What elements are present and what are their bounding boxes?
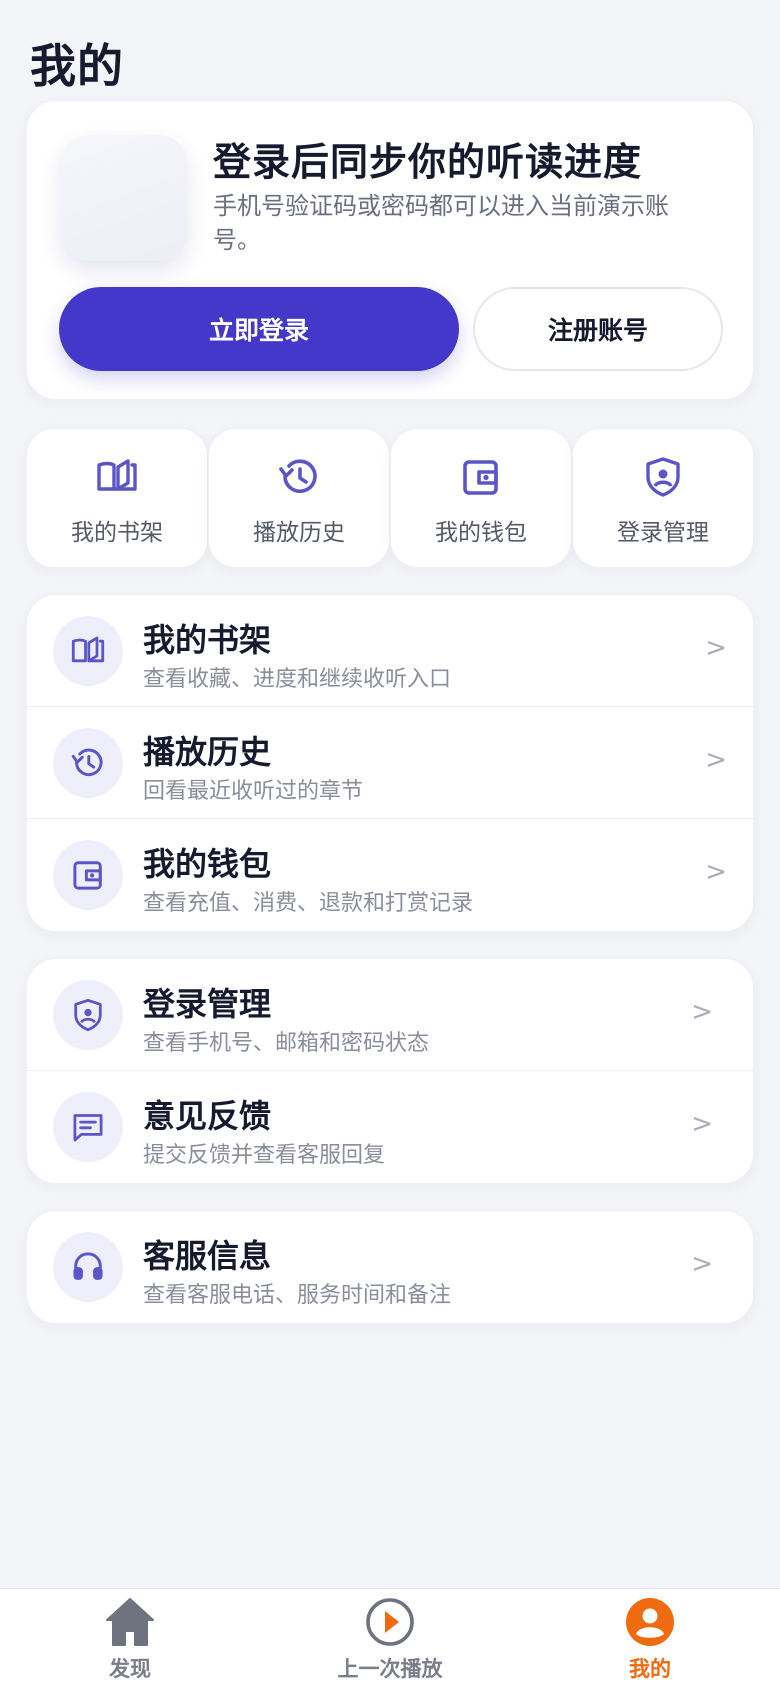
bottom-nav: 发现 上一次播放 我的 bbox=[0, 1588, 780, 1688]
quick-label: 播放历史 bbox=[253, 520, 345, 546]
shield-user-icon bbox=[74, 998, 102, 1032]
row-subtitle: 提交反馈并查看客服回复 bbox=[143, 1143, 386, 1168]
list-card-account: 登录管理 查看手机号、邮箱和密码状态 > 意见反馈 提交反馈并查看客服回复 > bbox=[26, 958, 754, 1184]
history-icon bbox=[71, 748, 103, 777]
shield-user-icon bbox=[646, 457, 680, 497]
row-icon-wrap bbox=[53, 616, 123, 686]
row-title: 播放历史 bbox=[143, 733, 272, 771]
user-circle-icon bbox=[626, 1598, 674, 1646]
list-card-main: 我的书架 查看收藏、进度和继续收听入口 > 播放历史 回看最近收听过的章节 > … bbox=[26, 594, 754, 932]
list-item-history[interactable]: 播放历史 回看最近收听过的章节 > bbox=[27, 707, 753, 819]
login-description: 手机号验证码或密码都可以进入当前演示账号。 bbox=[213, 192, 669, 254]
quick-label: 登录管理 bbox=[617, 520, 709, 546]
row-subtitle: 查看客服电话、服务时间和备注 bbox=[143, 1283, 452, 1308]
list-item-login-manage[interactable]: 登录管理 查看手机号、邮箱和密码状态 > bbox=[27, 959, 753, 1071]
row-icon-wrap bbox=[53, 1092, 123, 1162]
tab-label: 发现 bbox=[109, 1657, 151, 1681]
wallet-icon bbox=[73, 861, 102, 890]
quick-item-history[interactable]: 播放历史 bbox=[208, 428, 390, 568]
home-icon bbox=[106, 1598, 154, 1646]
row-title: 我的书架 bbox=[143, 621, 272, 659]
row-title: 意见反馈 bbox=[143, 1097, 272, 1135]
bookshelf-icon bbox=[97, 459, 137, 491]
chevron-right-icon: > bbox=[691, 997, 713, 1027]
chevron-right-icon: > bbox=[705, 633, 727, 663]
tab-label: 我的 bbox=[629, 1657, 671, 1681]
wallet-icon bbox=[463, 460, 498, 495]
row-subtitle: 查看手机号、邮箱和密码状态 bbox=[143, 1031, 430, 1056]
play-circle-icon bbox=[366, 1598, 414, 1646]
list-card-service: 客服信息 查看客服电话、服务时间和备注 > bbox=[26, 1210, 754, 1324]
chevron-right-icon: > bbox=[705, 857, 727, 887]
history-icon bbox=[279, 459, 317, 494]
avatar-placeholder bbox=[61, 135, 187, 261]
register-button[interactable]: 注册账号 bbox=[473, 287, 723, 371]
tab-discover[interactable]: 发现 bbox=[50, 1589, 210, 1688]
list-item-feedback[interactable]: 意见反馈 提交反馈并查看客服回复 > bbox=[27, 1071, 753, 1183]
login-card: 登录后同步你的听读进度 手机号验证码或密码都可以进入当前演示账号。 立即登录 注… bbox=[26, 100, 754, 400]
bookshelf-icon bbox=[71, 636, 105, 663]
row-icon-wrap bbox=[53, 980, 123, 1050]
list-item-wallet[interactable]: 我的钱包 查看充值、消费、退款和打赏记录 > bbox=[27, 819, 753, 931]
quick-label: 我的钱包 bbox=[435, 520, 527, 546]
row-title: 我的钱包 bbox=[143, 845, 272, 883]
chevron-right-icon: > bbox=[691, 1109, 713, 1139]
feedback-icon bbox=[73, 1114, 103, 1142]
quick-item-login-manage[interactable]: 登录管理 bbox=[572, 428, 754, 568]
chevron-right-icon: > bbox=[705, 745, 727, 775]
chevron-right-icon: > bbox=[691, 1249, 713, 1279]
login-title: 登录后同步你的听读进度 bbox=[213, 140, 643, 184]
tab-mine[interactable]: 我的 bbox=[570, 1589, 730, 1688]
list-item-bookshelf[interactable]: 我的书架 查看收藏、进度和继续收听入口 > bbox=[27, 595, 753, 707]
quick-label: 我的书架 bbox=[71, 520, 163, 546]
tab-label: 上一次播放 bbox=[337, 1657, 443, 1681]
row-icon-wrap bbox=[53, 728, 123, 798]
row-icon-wrap bbox=[53, 840, 123, 910]
login-button[interactable]: 立即登录 bbox=[59, 287, 459, 371]
row-icon-wrap bbox=[53, 1232, 123, 1302]
headset-icon bbox=[73, 1252, 103, 1280]
row-subtitle: 回看最近收听过的章节 bbox=[143, 779, 364, 804]
quick-item-wallet[interactable]: 我的钱包 bbox=[390, 428, 572, 568]
row-subtitle: 查看充值、消费、退款和打赏记录 bbox=[143, 891, 474, 916]
quick-item-bookshelf[interactable]: 我的书架 bbox=[26, 428, 208, 568]
row-title: 客服信息 bbox=[143, 1237, 272, 1275]
page-title: 我的 bbox=[30, 39, 124, 93]
tab-last-play[interactable]: 上一次播放 bbox=[310, 1589, 470, 1688]
row-subtitle: 查看收藏、进度和继续收听入口 bbox=[143, 667, 452, 692]
quick-entry-grid: 我的书架 播放历史 我的钱包 登录管理 bbox=[26, 428, 754, 568]
row-title: 登录管理 bbox=[143, 985, 272, 1023]
list-item-customer-service[interactable]: 客服信息 查看客服电话、服务时间和备注 > bbox=[27, 1211, 753, 1323]
